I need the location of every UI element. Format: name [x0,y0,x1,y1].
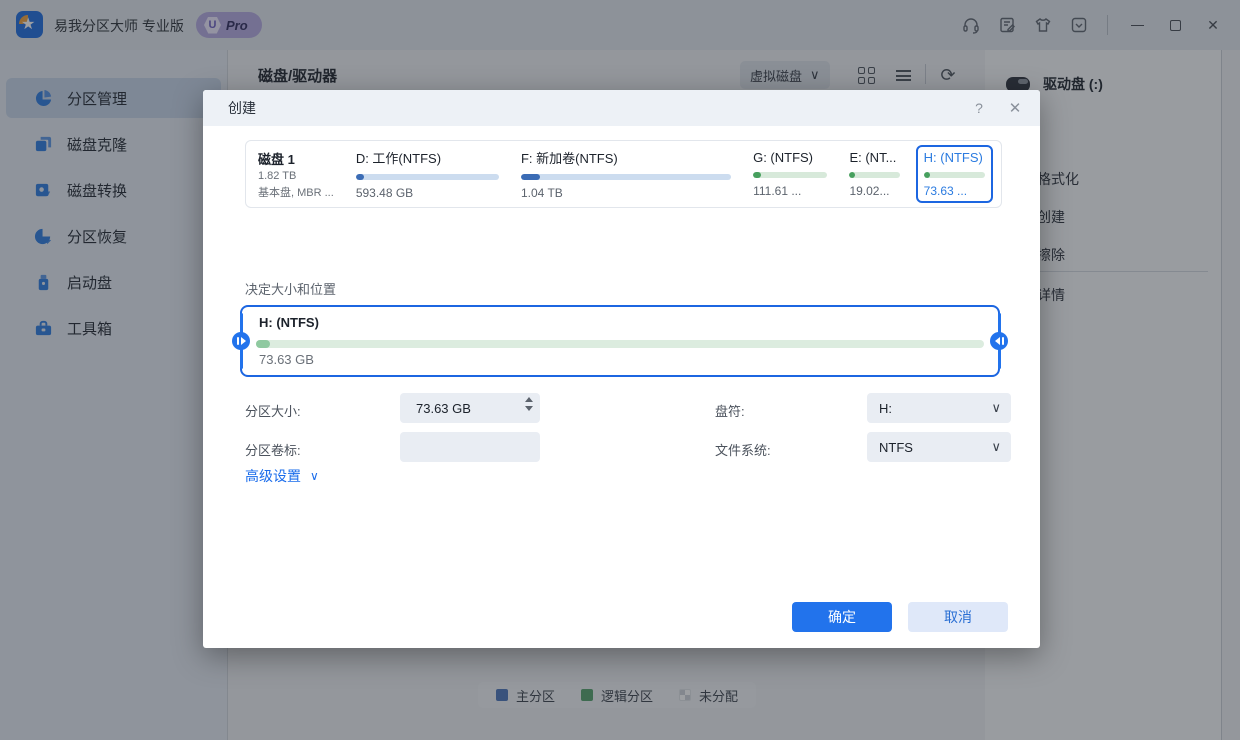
partition-label: D: 工作(NTFS) [356,148,499,167]
disk-size: 1.82 TB [258,170,340,182]
cancel-button[interactable]: 取消 [908,602,1008,632]
resize-handle-left[interactable] [231,313,251,369]
file-system-label: 文件系统: [715,440,771,459]
file-system-value: NTFS [879,440,913,455]
chevron-down-icon: ∨ [991,439,1001,455]
sizer-track [256,340,984,348]
disk-info: 磁盘 1 1.82 TB 基本盘, MBR ... [254,149,340,200]
disk-type: 基本盘, MBR ... [258,184,340,200]
resize-knob-icon [990,332,1008,350]
drive-letter-value: H: [879,401,892,416]
partition-cell-d[interactable]: D: 工作(NTFS) 593.48 GB [350,143,505,205]
dialog-header: 创建 ? ✕ [203,90,1040,126]
advanced-settings-label: 高级设置 [245,466,301,486]
resize-handle-right[interactable] [989,313,1009,369]
partition-size-label: 分区大小: [245,401,301,420]
disk-name: 磁盘 1 [258,149,340,168]
partition-size: 1.04 TB [521,186,731,200]
close-icon[interactable]: ✕ [998,90,1032,126]
app-window: ★ 易我分区大师 专业版 U Pro ✕ [0,0,1240,740]
help-icon[interactable]: ? [962,90,996,126]
chevron-down-icon: ∨ [991,400,1001,416]
partition-size: 19.02... [849,184,899,198]
sizer-size-label: 73.63 GB [259,352,314,367]
chevron-down-icon: ∨ [310,469,319,483]
step-up-icon[interactable] [525,397,533,402]
partition-label: G: (NTFS) [753,150,827,165]
sizer-partition-label: H: (NTFS) [259,315,319,330]
disk-strip: 磁盘 1 1.82 TB 基本盘, MBR ... D: 工作(NTFS) 59… [245,140,1002,208]
partition-usage-bar [924,172,985,178]
partition-sizer: H: (NTFS) 73.63 GB [240,305,1000,377]
partition-cell-h-selected[interactable]: H: (NTFS) 73.63 ... [916,145,993,203]
volume-label-label: 分区卷标: [245,440,301,459]
ok-button[interactable]: 确定 [792,602,892,632]
partition-label: F: 新加卷(NTFS) [521,148,731,167]
volume-label-input[interactable] [400,432,540,462]
partition-usage-bar [521,174,731,180]
partition-label: H: (NTFS) [924,150,985,165]
create-dialog: 创建 ? ✕ 磁盘 1 1.82 TB 基本盘, MBR ... D: 工作(N… [203,90,1040,648]
partition-usage-bar [753,172,827,178]
drive-letter-select[interactable]: H: ∨ [867,393,1011,423]
stepper-arrows[interactable] [525,397,533,411]
partition-size-stepper [400,393,540,423]
partition-cell-g[interactable]: G: (NTFS) 111.61 ... [747,145,833,203]
dialog-title: 创建 [228,98,256,118]
partition-size: 111.61 ... [753,184,827,198]
advanced-settings-link[interactable]: 高级设置 ∨ [245,466,319,486]
partition-cell-e[interactable]: E: (NT... 19.02... [843,145,905,203]
file-system-select[interactable]: NTFS ∨ [867,432,1011,462]
partition-cell-f[interactable]: F: 新加卷(NTFS) 1.04 TB [515,143,737,205]
partition-label: E: (NT... [849,150,899,165]
partition-size: 73.63 ... [924,184,985,198]
partition-size-input[interactable] [400,393,540,423]
resize-knob-icon [232,332,250,350]
drive-letter-label: 盘符: [715,401,745,420]
step-down-icon[interactable] [525,406,533,411]
partition-usage-bar [356,174,499,180]
partition-usage-bar [849,172,899,178]
partition-size: 593.48 GB [356,186,499,200]
size-position-label: 决定大小和位置 [245,279,336,298]
